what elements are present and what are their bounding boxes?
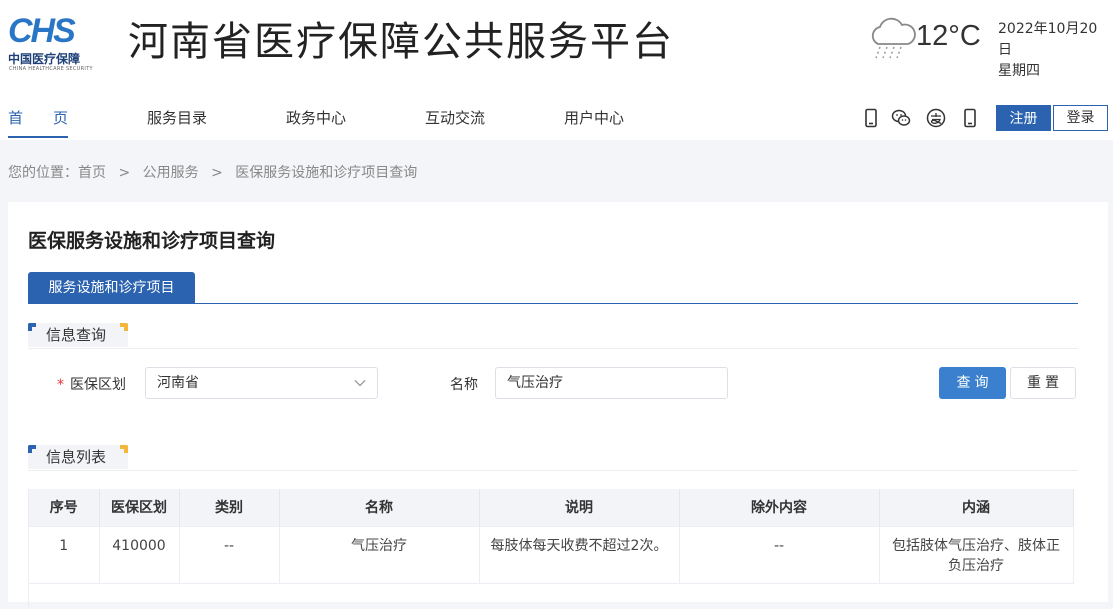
query-button[interactable]: 查询 <box>939 367 1006 399</box>
cell-region: 410000 <box>99 526 180 584</box>
reset-button[interactable]: 重置 <box>1010 367 1076 399</box>
logo-mark: CHS <box>8 12 76 50</box>
column-header-index: 序号 <box>29 489 100 527</box>
temperature: 12°C <box>916 20 981 52</box>
column-header-description: 说明 <box>479 489 680 527</box>
nav-item-interaction[interactable]: 互动交流 <box>425 100 485 140</box>
site-header: CHS 中国医疗保障 CHINA HEALTHCARE SECURITY 河南省… <box>0 0 1113 140</box>
nav-item-user-center[interactable]: 用户中心 <box>564 100 624 140</box>
list-section-header: 信息列表 <box>28 445 1078 471</box>
required-mark: * <box>57 377 64 393</box>
date-display: 2022年10月20日 星期四 <box>998 19 1110 82</box>
site-title: 河南省医疗保障公共服务平台 <box>128 19 674 65</box>
content-panel: 医保服务设施和诊疗项目查询 服务设施和诊疗项目 信息查询 * 医保区划 河南省 名… <box>8 202 1108 609</box>
cell-exclusions: -- <box>679 526 880 584</box>
region-select[interactable]: 河南省 <box>145 367 378 399</box>
column-header-category: 类别 <box>179 489 280 527</box>
query-section-label: 信息查询 <box>28 323 128 347</box>
column-header-exclusions: 除外内容 <box>679 489 880 527</box>
logo-english-name: CHINA HEALTHCARE SECURITY <box>9 66 93 72</box>
breadcrumb-item-public-service[interactable]: 公用服务 <box>143 165 199 181</box>
breadcrumb-item-home[interactable]: 首页 <box>78 165 106 181</box>
weekday-line: 星期四 <box>998 63 1040 79</box>
query-section-header: 信息查询 <box>28 323 1078 349</box>
cell-connotation: 包括肢体气压治疗、肢体正负压治疗 <box>879 526 1074 584</box>
cell-description: 每肢体每天收费不超过2次。 <box>479 526 680 584</box>
region-label-text: 医保区划 <box>70 377 126 393</box>
rain-cloud-icon <box>871 17 916 59</box>
login-button[interactable]: 登录 <box>1053 105 1108 131</box>
page-title: 医保服务设施和诊疗项目查询 <box>28 230 276 252</box>
results-table: 序号 医保区划 类别 名称 说明 除外内容 内涵 1 410000 -- 气压治… <box>28 489 1078 609</box>
logo-chinese-name: 中国医疗保障 <box>8 52 81 66</box>
nav-item-home[interactable]: 首 页 <box>8 100 69 140</box>
table-header-row: 序号 医保区划 类别 名称 说明 除外内容 内涵 <box>29 489 1074 527</box>
breadcrumb-separator: > <box>211 165 223 181</box>
table-row: 1 410000 -- 气压治疗 每肢体每天收费不超过2次。 -- 包括肢体气压… <box>29 526 1074 584</box>
chevron-down-icon <box>354 380 366 387</box>
region-select-value: 河南省 <box>157 375 199 391</box>
nav-item-government-center[interactable]: 政务中心 <box>286 100 346 140</box>
wechat-icon[interactable] <box>891 108 911 128</box>
breadcrumb-separator: > <box>118 165 131 181</box>
column-header-connotation: 内涵 <box>879 489 1074 527</box>
cell-index: 1 <box>29 526 100 584</box>
register-button[interactable]: 注册 <box>996 105 1051 131</box>
name-label: 名称 <box>450 377 478 393</box>
cell-name: 气压治疗 <box>279 526 480 584</box>
name-input[interactable]: 气压治疗 <box>495 367 728 399</box>
cell-category: -- <box>179 526 280 584</box>
column-header-region: 医保区划 <box>99 489 180 527</box>
mobile-icon[interactable] <box>861 108 881 128</box>
nav-item-service-catalog[interactable]: 服务目录 <box>147 100 207 140</box>
column-header-name: 名称 <box>279 489 480 527</box>
alipay-icon[interactable] <box>926 108 946 128</box>
chs-logo[interactable]: CHS 中国医疗保障 CHINA HEALTHCARE SECURITY <box>8 14 98 74</box>
date-line: 2022年10月20日 <box>998 21 1098 58</box>
breadcrumb-prefix: 您的位置： <box>8 165 78 181</box>
region-label: * 医保区划 <box>57 374 126 394</box>
tab-divider <box>28 303 1078 304</box>
tab-service-facilities[interactable]: 服务设施和诊疗项目 <box>28 272 195 304</box>
phone-icon[interactable] <box>960 108 980 128</box>
list-section-label: 信息列表 <box>28 445 128 469</box>
breadcrumb: 您的位置：首页 > 公用服务 > 医保服务设施和诊疗项目查询 <box>8 162 417 182</box>
breadcrumb-item-current: 医保服务设施和诊疗项目查询 <box>235 165 418 181</box>
